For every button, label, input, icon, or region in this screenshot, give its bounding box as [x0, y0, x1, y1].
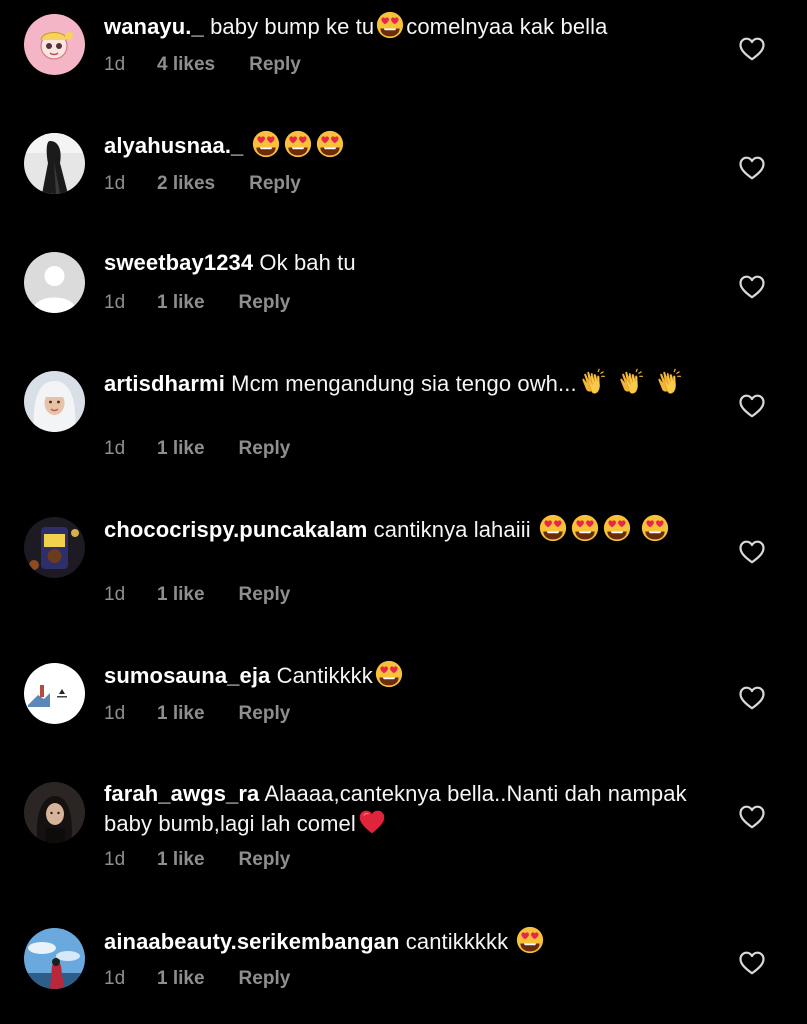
comment-likes[interactable]: 1 like: [157, 702, 205, 726]
woman-portrait-avatar[interactable]: [24, 782, 85, 843]
comment-meta: 1d 2 likes Reply: [104, 172, 301, 196]
clapping-hands-emoji-icon: [655, 368, 683, 396]
reply-button[interactable]: Reply: [239, 291, 291, 315]
clapping-hands-emoji-icon: [617, 368, 645, 396]
comment-username[interactable]: sumosauna_eja: [104, 663, 270, 688]
heart-eyes-emoji-icon: [641, 514, 669, 542]
comment-likes[interactable]: 1 like: [157, 848, 205, 872]
comment-meta: 1d 1 like Reply: [104, 702, 290, 726]
comment-text: farah_awgs_ra Alaaaa,canteknya bella..Na…: [104, 780, 704, 838]
reply-button[interactable]: Reply: [239, 437, 291, 461]
comment-username[interactable]: alyahusnaa._: [104, 133, 243, 158]
comment-meta: 1d 1 like Reply: [104, 848, 290, 872]
reply-button[interactable]: Reply: [239, 702, 291, 726]
heart-eyes-emoji-icon: [516, 926, 544, 954]
heart-eyes-emoji-icon: [284, 130, 312, 158]
heart-eyes-emoji-icon: [571, 514, 599, 542]
comment-username[interactable]: sweetbay1234: [104, 250, 253, 275]
clapping-hands-emoji-icon: [579, 368, 607, 396]
hijab-woman-avatar[interactable]: [24, 371, 85, 432]
comment-text: ainaabeauty.serikembangan cantikkkkk: [104, 926, 704, 956]
comment-time: 1d: [104, 292, 126, 313]
like-heart-icon[interactable]: [739, 37, 765, 61]
comment-text: alyahusnaa._: [104, 130, 704, 160]
comment-text: chococrispy.puncakalam cantiknya lahaiii: [104, 514, 704, 544]
comment-username[interactable]: artisdharmi: [104, 371, 225, 396]
like-heart-icon[interactable]: [739, 686, 765, 710]
comment-likes[interactable]: 1 like: [157, 291, 205, 315]
comment-meta: 1d 1 like Reply: [104, 583, 290, 607]
reply-button[interactable]: Reply: [239, 583, 291, 607]
comment-time: 1d: [104, 584, 126, 605]
comment-meta: 1d 1 like Reply: [104, 291, 290, 315]
reply-button[interactable]: Reply: [239, 848, 291, 872]
cartoon-girl-avatar[interactable]: [24, 14, 85, 75]
comment-body: cantiknya lahaiii: [373, 517, 531, 542]
comment-body: Mcm mengandung sia tengo owh...: [231, 371, 577, 396]
heart-eyes-emoji-icon: [316, 130, 344, 158]
comment-time: 1d: [104, 968, 126, 989]
comment-text: wanayu._ baby bump ke tu comelnyaa kak be…: [104, 11, 704, 41]
heart-eyes-emoji-icon: [603, 514, 631, 542]
like-heart-icon[interactable]: [739, 275, 765, 299]
comment-username[interactable]: chococrispy.puncakalam: [104, 517, 367, 542]
heart-eyes-emoji-icon: [539, 514, 567, 542]
comment-body: cantikkkkk: [405, 929, 509, 954]
like-heart-icon[interactable]: [739, 540, 765, 564]
comment-likes[interactable]: 2 likes: [157, 172, 215, 196]
comment-text: sweetbay1234 Ok bah tu: [104, 249, 704, 277]
comment-meta: 1d 4 likes Reply: [104, 53, 301, 77]
dark-figure-avatar[interactable]: [24, 133, 85, 194]
reply-button[interactable]: Reply: [249, 172, 301, 196]
comment-time: 1d: [104, 54, 126, 75]
comment-time: 1d: [104, 438, 126, 459]
comment-time: 1d: [104, 849, 126, 870]
comment-meta: 1d 1 like Reply: [104, 967, 290, 991]
comment-username[interactable]: ainaabeauty.serikembangan: [104, 929, 400, 954]
sky-photo-avatar[interactable]: [24, 928, 85, 989]
logo-avatar[interactable]: [24, 663, 85, 724]
comment-text: artisdharmi Mcm mengandung sia tengo owh…: [104, 368, 704, 398]
comment-likes[interactable]: 1 like: [157, 583, 205, 607]
reply-button[interactable]: Reply: [249, 53, 301, 77]
red-heart-emoji-icon: [358, 808, 386, 836]
like-heart-icon[interactable]: [739, 156, 765, 180]
comment-time: 1d: [104, 173, 126, 194]
heart-eyes-emoji-icon: [252, 130, 280, 158]
comment-meta: 1d 1 like Reply: [104, 437, 290, 461]
like-heart-icon[interactable]: [739, 805, 765, 829]
default-avatar[interactable]: [24, 252, 85, 313]
comment-body-continued: comelnyaa kak bella: [406, 14, 608, 39]
comment-text: sumosauna_eja Cantikkkk: [104, 660, 704, 690]
comment-likes[interactable]: 1 like: [157, 437, 205, 461]
comment-username[interactable]: farah_awgs_ra: [104, 781, 259, 806]
comment-likes[interactable]: 4 likes: [157, 53, 215, 77]
comment-body: Ok bah tu: [259, 250, 356, 275]
heart-eyes-emoji-icon: [375, 660, 403, 688]
comment-body: Cantikkkk: [276, 663, 373, 688]
comment-username[interactable]: wanayu._: [104, 14, 204, 39]
like-heart-icon[interactable]: [739, 951, 765, 975]
like-heart-icon[interactable]: [739, 394, 765, 418]
comment-body: baby bump ke tu: [210, 14, 375, 39]
heart-eyes-emoji-icon: [376, 11, 404, 39]
comment-time: 1d: [104, 703, 126, 724]
product-avatar[interactable]: [24, 517, 85, 578]
comment-likes[interactable]: 1 like: [157, 967, 205, 991]
reply-button[interactable]: Reply: [239, 967, 291, 991]
